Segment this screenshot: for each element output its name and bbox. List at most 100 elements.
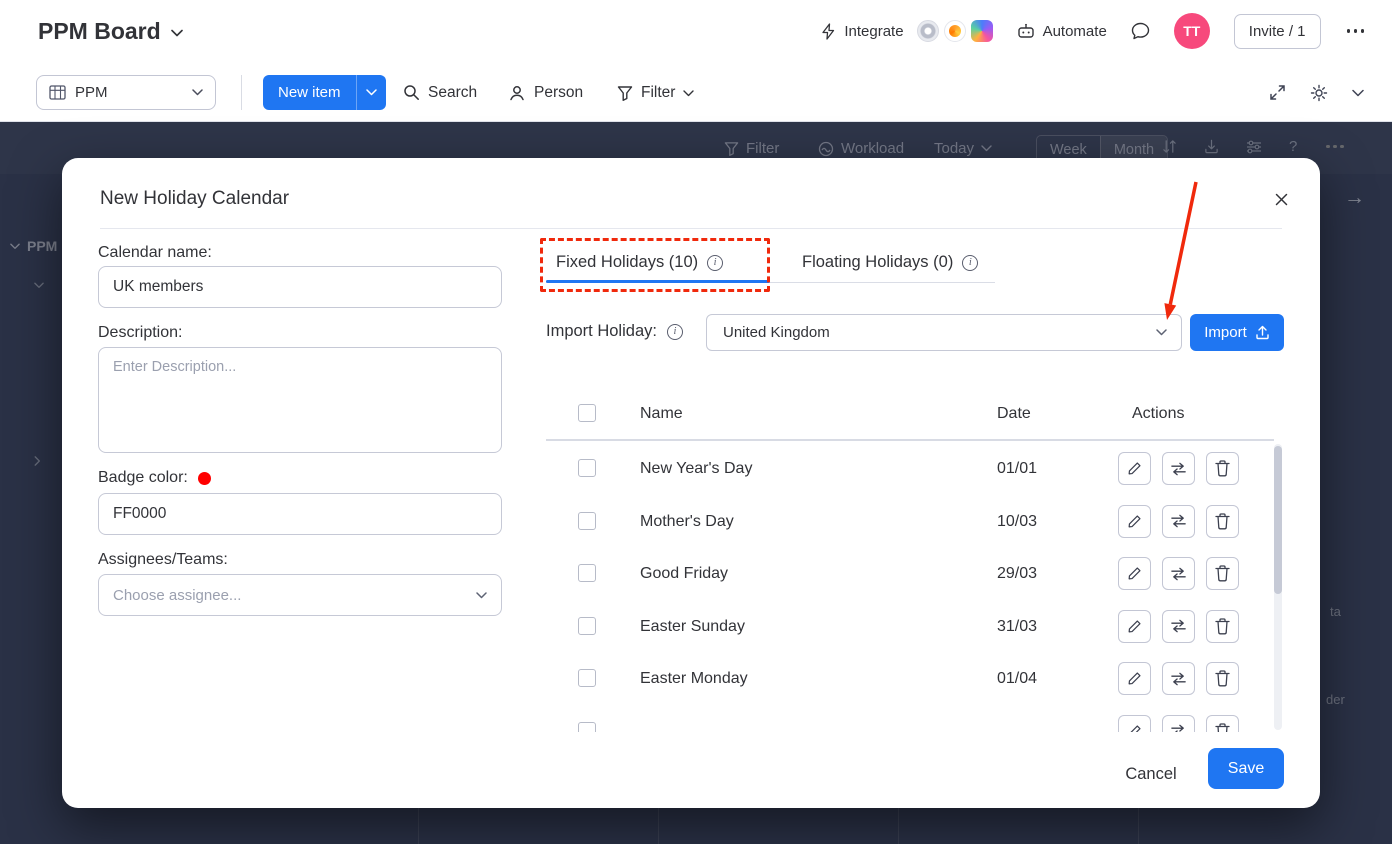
search-label: Search [428, 84, 477, 102]
holiday-name: New Year's Day [640, 460, 752, 478]
board-title: PPM Board [38, 18, 161, 45]
table-row: Easter Sunday 31/03 [546, 600, 1284, 653]
new-item-label: New item [263, 75, 356, 110]
table-row [546, 705, 1284, 732]
search-button[interactable]: Search [403, 75, 477, 110]
modal-header-divider [100, 228, 1282, 229]
board-title-group[interactable]: PPM Board [38, 0, 183, 62]
row-actions [1118, 557, 1239, 590]
actions-column-header: Actions [1132, 405, 1184, 423]
board-title-chevron-icon[interactable] [171, 29, 183, 37]
collapse-toolbar-chevron-icon[interactable] [1352, 89, 1364, 97]
description-textarea[interactable] [98, 347, 502, 453]
fullscreen-icon[interactable] [1269, 84, 1286, 101]
filter-funnel-icon [617, 85, 633, 101]
assignees-label: Assignees/Teams: [98, 551, 228, 569]
table-scrollbar[interactable] [1274, 444, 1282, 730]
cancel-button[interactable]: Cancel [1110, 754, 1192, 794]
assignees-select[interactable]: Choose assignee... [98, 574, 502, 616]
row-checkbox[interactable] [578, 564, 596, 582]
badge-color-label-group: Badge color: [98, 469, 211, 487]
swap-holiday-button[interactable] [1162, 610, 1195, 643]
info-icon[interactable] [707, 255, 723, 271]
tab-floating-holidays[interactable]: Floating Holidays (0) [802, 253, 978, 272]
holiday-date: 31/03 [997, 618, 1037, 636]
edit-holiday-button[interactable] [1118, 505, 1151, 538]
country-select[interactable]: United Kingdom [706, 314, 1182, 351]
calendar-name-input[interactable] [98, 266, 502, 308]
new-item-chevron-icon[interactable] [356, 75, 386, 110]
row-checkbox[interactable] [578, 459, 596, 477]
delete-holiday-button[interactable] [1206, 610, 1239, 643]
save-button[interactable]: Save [1208, 748, 1284, 789]
swap-holiday-button[interactable] [1162, 662, 1195, 695]
edit-holiday-button[interactable] [1118, 662, 1151, 695]
edit-holiday-button[interactable] [1118, 715, 1151, 732]
active-tab-underline [546, 280, 770, 283]
table-row: Easter Monday 01/04 [546, 652, 1284, 705]
delete-holiday-button[interactable] [1206, 452, 1239, 485]
toolbar-divider [241, 75, 242, 110]
settings-gear-icon[interactable] [1310, 84, 1328, 102]
edit-holiday-button[interactable] [1118, 557, 1151, 590]
delete-holiday-button[interactable] [1206, 557, 1239, 590]
row-checkbox[interactable] [578, 722, 596, 732]
delete-holiday-button[interactable] [1206, 715, 1239, 732]
swap-holiday-button[interactable] [1162, 452, 1195, 485]
select-all-checkbox[interactable] [578, 404, 596, 422]
description-label: Description: [98, 324, 182, 342]
integrate-label: Integrate [844, 23, 903, 40]
table-row: Mother's Day 10/03 [546, 495, 1284, 548]
delete-holiday-button[interactable] [1206, 505, 1239, 538]
delete-holiday-button[interactable] [1206, 662, 1239, 695]
row-checkbox[interactable] [578, 669, 596, 687]
new-holiday-calendar-modal: New Holiday Calendar Calendar name: Desc… [62, 158, 1320, 808]
holiday-date: 10/03 [997, 513, 1037, 531]
new-item-button[interactable]: New item [263, 75, 386, 110]
badge-color-swatch [198, 472, 211, 485]
filter-button[interactable]: Filter [617, 75, 694, 110]
row-checkbox[interactable] [578, 617, 596, 635]
swap-holiday-button[interactable] [1162, 557, 1195, 590]
person-filter-button[interactable]: Person [508, 75, 583, 110]
holiday-date: 01/01 [997, 460, 1037, 478]
filter-label: Filter [641, 84, 675, 102]
row-checkbox[interactable] [578, 512, 596, 530]
integrate-icon [821, 23, 836, 40]
info-icon[interactable] [667, 324, 683, 340]
toolbar-right-icons [1269, 75, 1364, 110]
tab-fixed-label: Fixed Holidays (10) [556, 253, 698, 272]
automate-button[interactable]: Automate [1017, 23, 1107, 40]
edit-holiday-button[interactable] [1118, 452, 1151, 485]
upload-icon [1255, 325, 1270, 340]
badge-color-input[interactable] [98, 493, 502, 535]
import-button[interactable]: Import [1190, 314, 1284, 351]
view-selector-chevron-icon [192, 89, 203, 96]
close-icon[interactable] [1266, 184, 1296, 214]
holiday-name: Easter Monday [640, 670, 748, 688]
table-scrollbar-thumb[interactable] [1274, 446, 1282, 594]
user-avatar[interactable]: TT [1174, 13, 1210, 49]
tab-fixed-holidays[interactable]: Fixed Holidays (10) [556, 253, 723, 272]
swap-holiday-button[interactable] [1162, 715, 1195, 732]
top-header: PPM Board Integrate Automate [0, 0, 1392, 62]
row-actions [1118, 715, 1239, 732]
invite-button[interactable]: Invite / 1 [1234, 14, 1321, 49]
view-selector[interactable]: PPM [36, 75, 216, 110]
table-row: New Year's Day 01/01 [546, 442, 1284, 495]
chat-button[interactable] [1131, 22, 1150, 40]
holiday-date: 29/03 [997, 565, 1037, 583]
import-button-label: Import [1204, 324, 1247, 341]
integration-app-icon-3 [971, 20, 993, 42]
integration-app-icon-1 [917, 20, 939, 42]
header-more-options-icon[interactable] [1345, 23, 1367, 39]
row-actions [1118, 452, 1239, 485]
info-icon[interactable] [962, 255, 978, 271]
edit-holiday-button[interactable] [1118, 610, 1151, 643]
board-toolbar: PPM New item Search Person Filter [0, 62, 1392, 122]
integrate-button[interactable]: Integrate [821, 20, 992, 42]
date-column-header: Date [997, 405, 1031, 423]
badge-color-label: Badge color: [98, 469, 188, 487]
swap-holiday-button[interactable] [1162, 505, 1195, 538]
table-header-divider [546, 439, 1274, 441]
